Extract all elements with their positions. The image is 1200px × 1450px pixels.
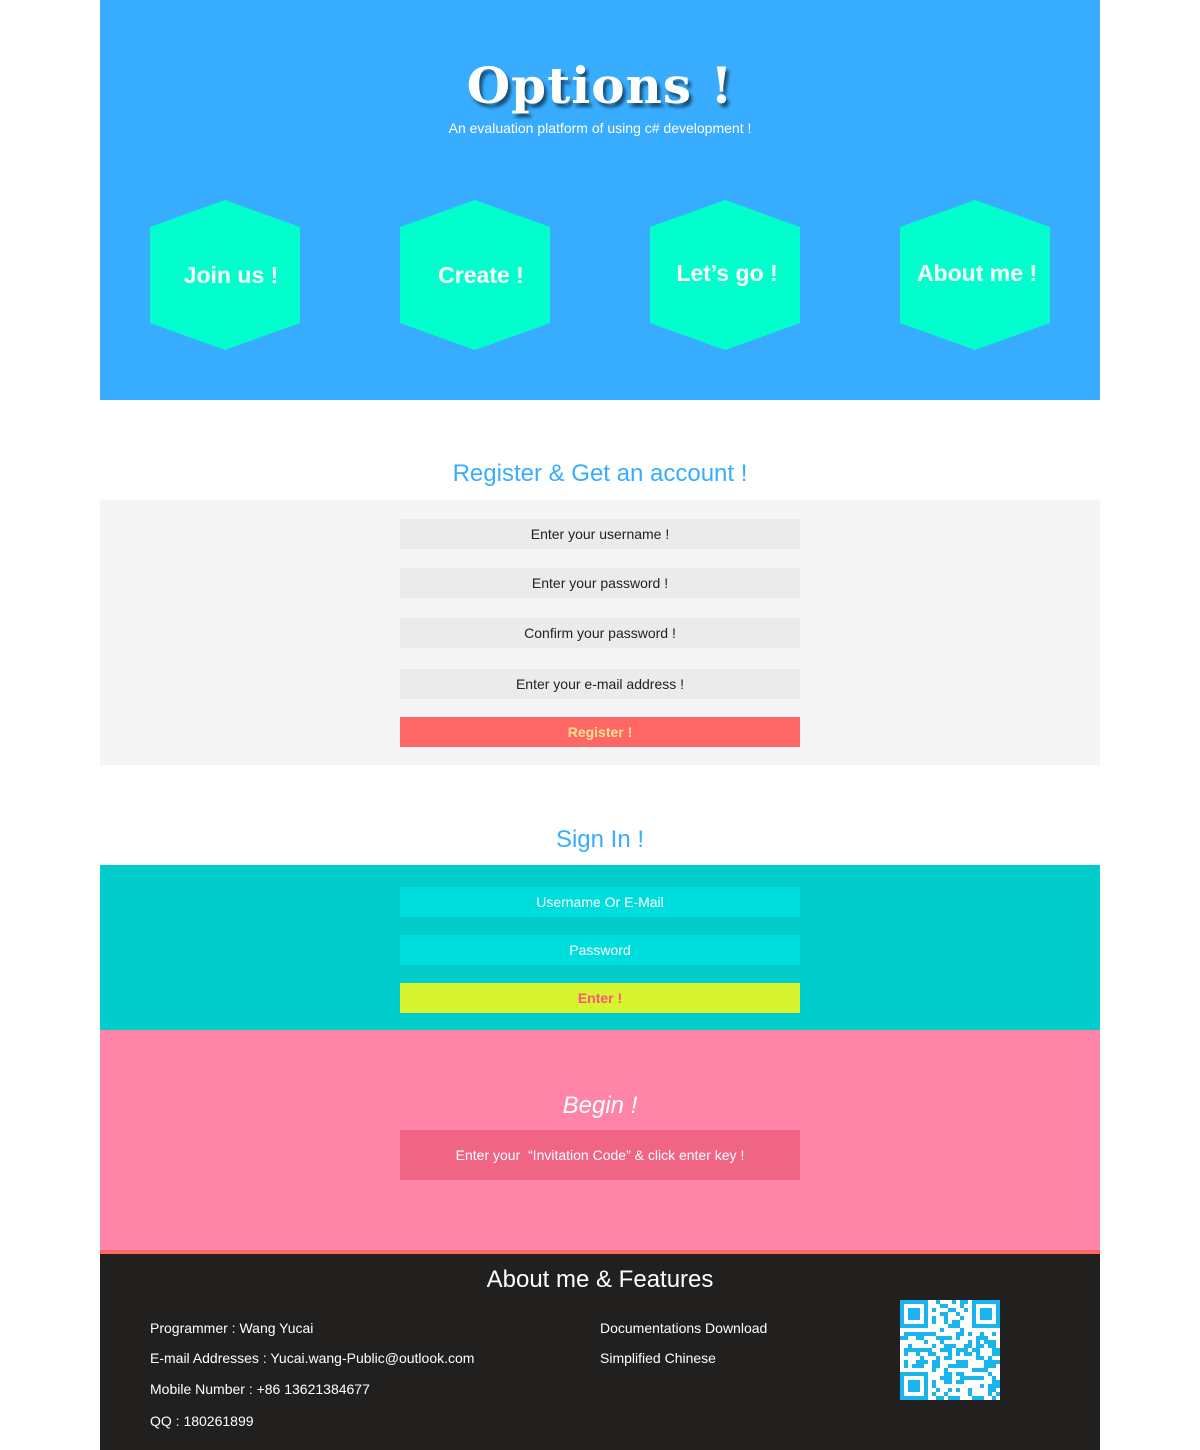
page: Options ! An evaluation platform of usin…: [100, 0, 1100, 1450]
register-form: Register !: [100, 500, 1100, 765]
site-subtitle: An evaluation platform of using c# devel…: [448, 120, 752, 136]
hero-banner: Options ! An evaluation platform of usin…: [100, 0, 1100, 400]
programmer-info: Programmer : Wang Yucai: [150, 1320, 314, 1336]
qq-info: QQ : 180261899: [150, 1413, 254, 1429]
create-label: Create !: [438, 261, 524, 288]
signin-heading: Sign In !: [555, 826, 645, 853]
footer: About me & Features Programmer : Wang Yu…: [100, 1250, 1100, 1450]
enter-button[interactable]: Enter !: [400, 983, 800, 1013]
lets-go-label: Let’s go !: [676, 259, 778, 286]
join-us-label: Join us !: [183, 261, 279, 288]
signin-form: Enter !: [100, 865, 1100, 1030]
begin-section: Begin !: [100, 1030, 1100, 1250]
create-button[interactable]: Create !: [400, 200, 550, 350]
begin-heading: Begin !: [562, 1092, 638, 1119]
documentation-download-link[interactable]: Documentations Download: [600, 1320, 767, 1336]
email-info: E-mail Addresses : Yucai.wang-Public@out…: [150, 1350, 475, 1366]
register-email-input[interactable]: [400, 669, 800, 699]
footer-divider: [100, 1250, 1100, 1254]
simplified-chinese-link[interactable]: Simplified Chinese: [600, 1350, 716, 1366]
register-heading: Register & Get an account !: [452, 460, 748, 487]
site-title: Options !: [466, 56, 734, 115]
signin-username-input[interactable]: [400, 887, 800, 917]
register-button[interactable]: Register !: [400, 717, 800, 747]
about-me-button[interactable]: About me !: [900, 200, 1050, 350]
invitation-code-input[interactable]: [400, 1130, 800, 1180]
join-us-button[interactable]: Join us !: [150, 200, 300, 350]
about-me-label: About me !: [916, 259, 1038, 286]
register-confirm-password-input[interactable]: [400, 618, 800, 648]
signin-password-input[interactable]: [400, 935, 800, 965]
register-password-input[interactable]: [400, 568, 800, 598]
mobile-info: Mobile Number : +86 13621384677: [150, 1381, 370, 1397]
footer-heading: About me & Features: [486, 1266, 714, 1293]
qr-code-icon: [900, 1300, 1000, 1400]
register-username-input[interactable]: [400, 519, 800, 549]
lets-go-button[interactable]: Let’s go !: [650, 200, 800, 350]
